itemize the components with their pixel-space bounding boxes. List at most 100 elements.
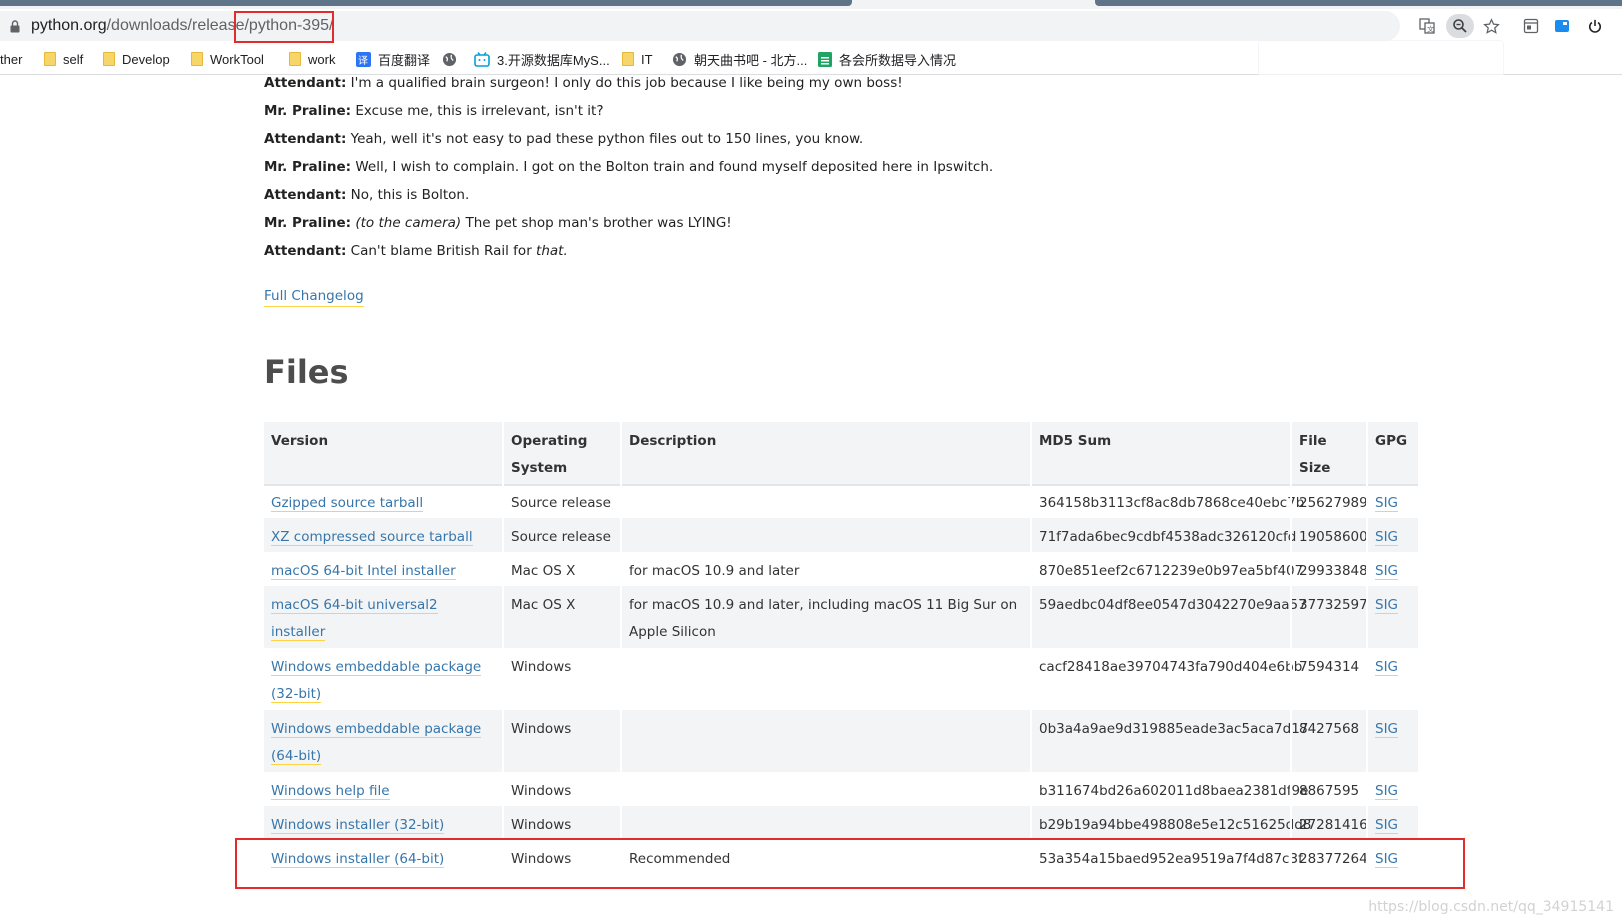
bookmark-label: 朝天曲书吧 - 北方... <box>694 52 808 68</box>
translate-icon[interactable]: 文 <box>1415 14 1439 38</box>
browser-tab[interactable] <box>0 0 852 6</box>
dialog-line: Attendant: I'm a qualified brain surgeon… <box>264 75 903 91</box>
gpg-cell: SIG <box>1366 648 1418 710</box>
header-md5: MD5 Sum <box>1030 422 1290 484</box>
dialog-text: Yeah, well it's not easy to pad these py… <box>346 131 864 147</box>
header-os: Operating System <box>502 422 620 484</box>
download-link[interactable]: macOS 64-bit universal2 installer <box>271 597 438 641</box>
version-cell: macOS 64-bit Intel installer <box>264 552 502 586</box>
description-cell <box>620 806 1030 840</box>
table-header-row: Version Operating System Description MD5… <box>264 422 1418 486</box>
address-bar[interactable]: python.org/downloads/release/python-395/ <box>0 11 1400 41</box>
version-cell: Gzipped source tarball <box>264 484 502 518</box>
bookmark-globe[interactable] <box>442 49 464 69</box>
download-link[interactable]: Windows embeddable package (32-bit) <box>271 659 482 703</box>
sig-link[interactable]: SIG <box>1375 817 1399 834</box>
download-link[interactable]: Windows installer (32-bit) <box>271 817 445 834</box>
folder-icon <box>622 52 634 66</box>
folder-icon <box>103 52 115 66</box>
full-changelog-link[interactable]: Full Changelog <box>264 288 364 307</box>
globe-icon <box>672 52 687 67</box>
zoom-icon[interactable] <box>1446 14 1474 38</box>
table-row: Windows embeddable package (64-bit) Wind… <box>264 710 1418 772</box>
bookmark-it[interactable]: IT <box>622 49 653 69</box>
lock-icon[interactable] <box>10 20 20 33</box>
os-cell: Mac OS X <box>502 586 620 648</box>
size-cell: 8427568 <box>1290 710 1366 772</box>
bookmark-worktool[interactable]: WorkTool <box>191 49 264 69</box>
url-highlight-box <box>234 11 334 43</box>
extension-blue-icon[interactable] <box>1550 14 1574 38</box>
dialog-line: Mr. Praline: Well, I wish to complain. I… <box>264 159 993 175</box>
bookmark-label: work <box>308 51 336 67</box>
md5-cell: 364158b3113cf8ac8db7868ce40ebc7b <box>1030 484 1304 518</box>
sig-link[interactable]: SIG <box>1375 659 1399 676</box>
bilibili-icon <box>474 51 490 67</box>
dialog-text: I'm a qualified brain surgeon! I only do… <box>346 75 903 91</box>
download-link[interactable]: Windows help file <box>271 783 390 800</box>
sig-link[interactable]: SIG <box>1375 721 1399 738</box>
dialog-line: Mr. Praline: Excuse me, this is irreleva… <box>264 103 604 119</box>
version-cell: XZ compressed source tarball <box>264 518 502 552</box>
md5-cell: cacf28418ae39704743fa790d404e6bb <box>1030 648 1302 710</box>
dialog-line: Mr. Praline: (to the camera) The pet sho… <box>264 215 732 231</box>
os-cell: Source release <box>502 518 620 552</box>
url-host: python.org <box>31 17 107 34</box>
tab-strip <box>0 0 1622 9</box>
version-cell: Windows embeddable package (64-bit) <box>264 710 502 772</box>
os-cell: Windows <box>502 710 620 772</box>
download-link[interactable]: XZ compressed source tarball <box>271 529 473 546</box>
sig-link[interactable]: SIG <box>1375 597 1399 614</box>
dialog-speaker: Mr. Praline: <box>264 103 352 119</box>
browser-toolbar: python.org/downloads/release/python-395/… <box>0 9 1622 43</box>
size-cell: 19058600 <box>1290 518 1368 552</box>
dialog-speaker: Mr. Praline: <box>264 215 352 231</box>
download-link[interactable]: Gzipped source tarball <box>271 495 424 512</box>
dialog-speaker: Attendant: <box>264 243 347 259</box>
description-cell: for macOS 10.9 and later <box>620 552 1030 586</box>
bookmark-self[interactable]: self <box>44 49 83 69</box>
version-cell: macOS 64-bit universal2 installer <box>264 586 502 648</box>
dialog-speaker: Attendant: <box>264 75 347 91</box>
table-row: XZ compressed source tarball Source rele… <box>264 518 1418 552</box>
dialog-line: Attendant: Can't blame British Rail for … <box>264 243 568 259</box>
download-link[interactable]: macOS 64-bit Intel installer <box>271 563 456 580</box>
size-cell: 7594314 <box>1290 648 1366 710</box>
table-row: Windows help file Windows b311674bd26a60… <box>264 772 1418 806</box>
size-cell: 25627989 <box>1290 484 1368 518</box>
dialog-text: Well, I wish to complain. I got on the B… <box>351 159 994 175</box>
bookmark-bookbar[interactable]: 朝天曲书吧 - 北方... <box>672 49 807 69</box>
dialog-line: Attendant: Yeah, well it's not easy to p… <box>264 131 863 147</box>
bookmark-work[interactable]: work <box>289 49 335 69</box>
bookmark-baidu-translate[interactable]: 译百度翻译 <box>356 49 430 69</box>
dialog-text: Can't blame British Rail for <box>346 243 537 259</box>
sig-link[interactable]: SIG <box>1375 563 1399 580</box>
browser-tab[interactable] <box>1095 0 1622 6</box>
bookmark-other[interactable]: ther <box>0 49 22 69</box>
sig-link[interactable]: SIG <box>1375 495 1399 512</box>
bookmark-label: 各会所数据导入情况 <box>839 52 957 68</box>
bookmark-label: Develop <box>122 51 170 67</box>
globe-icon <box>442 52 457 67</box>
bookmark-import-status[interactable]: 各会所数据导入情况 <box>818 49 956 69</box>
version-cell: Windows embeddable package (32-bit) <box>264 648 502 710</box>
bookmark-mysql[interactable]: 3.开源数据库MyS... <box>474 49 610 69</box>
md5-cell: 59aedbc04df8ee0547d3042270e9aa57 <box>1030 586 1307 648</box>
header-version: Version <box>271 433 329 449</box>
star-icon[interactable] <box>1479 14 1503 38</box>
size-cell: 27281416 <box>1290 806 1368 840</box>
sig-link[interactable]: SIG <box>1375 529 1399 546</box>
sig-link[interactable]: SIG <box>1375 783 1399 800</box>
extension-icon[interactable] <box>1519 14 1543 38</box>
description-cell <box>620 648 1030 710</box>
svg-text:文: 文 <box>1427 25 1434 34</box>
description-cell <box>620 772 1030 806</box>
bookmark-develop[interactable]: Develop <box>103 49 170 69</box>
dialog-speaker: Attendant: <box>264 187 347 203</box>
header-description: Description <box>620 422 1030 484</box>
folder-icon <box>289 52 301 66</box>
dialog-line: Attendant: No, this is Bolton. <box>264 187 469 203</box>
download-link[interactable]: Windows embeddable package (64-bit) <box>271 721 482 765</box>
power-icon[interactable] <box>1583 14 1607 38</box>
gpg-cell: SIG <box>1366 806 1418 840</box>
